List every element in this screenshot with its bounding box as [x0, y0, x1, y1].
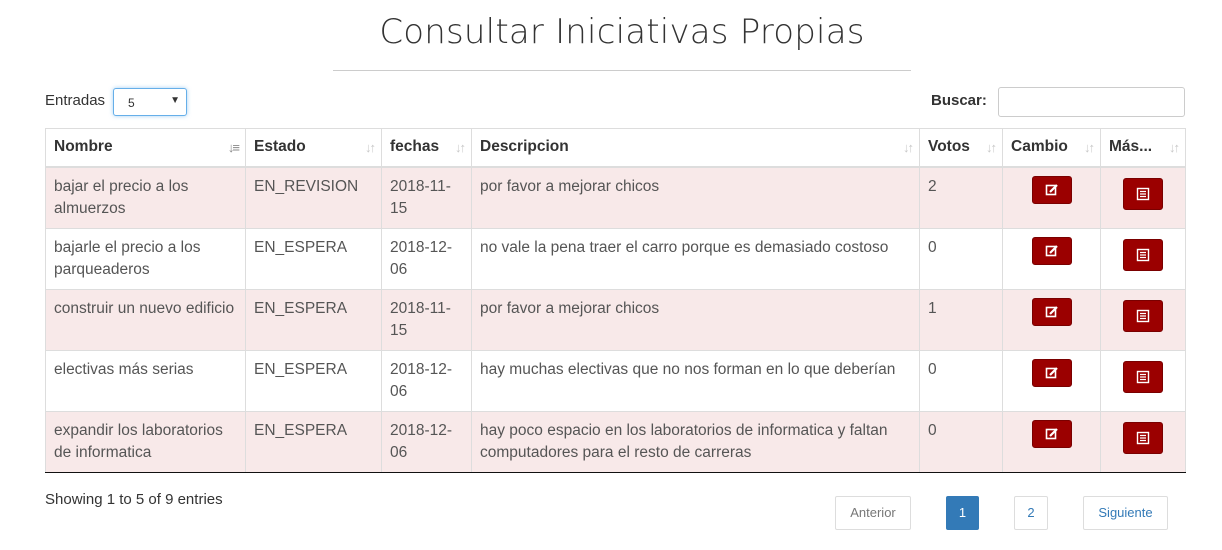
details-button[interactable]: [1123, 360, 1163, 393]
edit-button[interactable]: [1031, 175, 1072, 204]
edit-button[interactable]: [1031, 297, 1072, 326]
edit-icon: [1045, 305, 1058, 317]
cell-estado: EN_ESPERA: [245, 349, 382, 412]
cell-estado: EN_ESPERA: [245, 288, 382, 351]
table-info: Showing 1 to 5 of 9 entries: [45, 491, 223, 508]
column-header-votos[interactable]: Votos ↓↑: [919, 128, 1003, 168]
chevron-down-icon: ▼: [170, 95, 180, 106]
list-icon: [1136, 309, 1150, 322]
sort-icon: ↓↑: [1169, 140, 1180, 155]
cell-votos: 0: [919, 349, 1003, 412]
cell-cambio: [1002, 288, 1101, 351]
cell-descripcion: hay muchas electivas que no nos forman e…: [471, 349, 920, 412]
cell-cambio: [1002, 349, 1101, 412]
page-1-button[interactable]: 1: [946, 496, 979, 530]
page-title: Consultar Iniciativas Propias: [379, 12, 865, 52]
sort-icon: ↓↑: [365, 140, 376, 155]
sort-icon: ↓↑: [903, 140, 914, 155]
cell-fecha: 2018-12-06: [381, 349, 472, 412]
edit-icon: [1045, 427, 1058, 439]
list-icon: [1136, 431, 1150, 444]
cell-descripcion: por favor a mejorar chicos: [471, 288, 920, 351]
next-page-button[interactable]: Siguiente: [1083, 496, 1168, 530]
cell-votos: 2: [919, 166, 1003, 229]
sort-icon: ↓↑: [1084, 140, 1095, 155]
cell-nombre: bajar el precio a los almuerzos: [45, 166, 246, 229]
cell-nombre: electivas más serias: [45, 349, 246, 412]
edit-icon: [1045, 183, 1058, 195]
entries-select-value: 5: [128, 96, 135, 110]
list-icon: [1136, 248, 1150, 261]
column-header-fechas[interactable]: fechas ↓↑: [381, 128, 472, 168]
entries-label: Entradas: [45, 92, 106, 109]
table-row: expandir los laboratorios de informatica…: [45, 410, 1186, 473]
column-label: fechas: [390, 138, 440, 156]
cell-fecha: 2018-12-06: [381, 227, 472, 290]
cell-mas: [1100, 410, 1186, 473]
cell-votos: 0: [919, 227, 1003, 290]
column-label: Cambio: [1011, 138, 1068, 156]
edit-icon: [1045, 244, 1058, 256]
edit-icon: [1045, 366, 1058, 378]
cell-fecha: 2018-11-15: [381, 166, 472, 229]
column-label: Descripcion: [480, 138, 569, 156]
cell-mas: [1100, 288, 1186, 351]
details-button[interactable]: [1123, 238, 1163, 271]
search-input[interactable]: [998, 87, 1185, 117]
table-row: bajarle el precio a los parqueaderos EN_…: [45, 227, 1186, 290]
cell-nombre: bajarle el precio a los parqueaderos: [45, 227, 246, 290]
cell-descripcion: no vale la pena traer el carro porque es…: [471, 227, 920, 290]
cell-cambio: [1002, 166, 1101, 229]
cell-fecha: 2018-12-06: [381, 410, 472, 473]
table-row: construir un nuevo edificio EN_ESPERA 20…: [45, 288, 1186, 351]
page-2-button[interactable]: 2: [1014, 496, 1048, 530]
details-button[interactable]: [1123, 177, 1163, 210]
cell-cambio: [1002, 227, 1101, 290]
cell-descripcion: hay poco espacio en los laboratorios de …: [471, 410, 920, 473]
cell-nombre: expandir los laboratorios de informatica: [45, 410, 246, 473]
edit-button[interactable]: [1031, 358, 1072, 387]
column-header-estado[interactable]: Estado ↓↑: [245, 128, 382, 168]
cell-mas: [1100, 227, 1186, 290]
cell-votos: 0: [919, 410, 1003, 473]
column-label: Votos: [928, 138, 970, 156]
column-header-descripcion[interactable]: Descripcion ↓↑: [471, 128, 920, 168]
column-header-cambio[interactable]: Cambio ↓↑: [1002, 128, 1101, 168]
column-label: Estado: [254, 138, 306, 156]
cell-estado: EN_ESPERA: [245, 410, 382, 473]
list-icon: [1136, 187, 1150, 200]
sort-icon: ↓↑: [986, 140, 997, 155]
previous-page-button[interactable]: Anterior: [835, 496, 911, 530]
cell-estado: EN_ESPERA: [245, 227, 382, 290]
column-label: Nombre: [54, 138, 113, 156]
column-label: Más...: [1109, 138, 1153, 156]
title-divider: [333, 70, 911, 71]
table-row: electivas más serias EN_ESPERA 2018-12-0…: [45, 349, 1186, 412]
column-header-nombre[interactable]: Nombre ↓≡: [45, 128, 246, 168]
table-row: bajar el precio a los almuerzos EN_REVIS…: [45, 166, 1186, 229]
edit-button[interactable]: [1031, 236, 1072, 265]
sort-icon: ↓≡: [227, 140, 240, 155]
search-label: Buscar:: [931, 92, 987, 109]
cell-nombre: construir un nuevo edificio: [45, 288, 246, 351]
cell-cambio: [1002, 410, 1101, 473]
details-button[interactable]: [1123, 299, 1163, 332]
cell-estado: EN_REVISION: [245, 166, 382, 229]
initiatives-table: Nombre ↓≡ Estado ↓↑ fechas ↓↑ Descripcion ↓↑…: [45, 128, 1186, 473]
cell-descripcion: por favor a mejorar chicos: [471, 166, 920, 229]
cell-votos: 1: [919, 288, 1003, 351]
details-button[interactable]: [1123, 421, 1163, 454]
table-header-row: Nombre ↓≡ Estado ↓↑ fechas ↓↑ Descripcion ↓↑…: [45, 128, 1186, 168]
sort-icon: ↓↑: [455, 140, 466, 155]
edit-button[interactable]: [1031, 419, 1072, 448]
entries-select[interactable]: 5 ▼: [113, 88, 187, 116]
column-header-mas[interactable]: Más... ↓↑: [1100, 128, 1186, 168]
cell-mas: [1100, 349, 1186, 412]
cell-fecha: 2018-11-15: [381, 288, 472, 351]
cell-mas: [1100, 166, 1186, 229]
list-icon: [1136, 370, 1150, 383]
